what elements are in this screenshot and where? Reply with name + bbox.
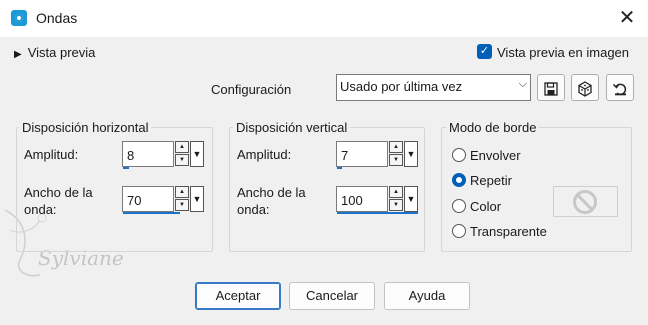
spin-up-icon[interactable]: ▲ [389, 141, 403, 153]
spin-up-icon[interactable]: ▲ [175, 186, 189, 198]
radio-color-label: Color [470, 199, 502, 214]
spin-down-icon[interactable]: ▼ [389, 154, 403, 166]
close-button[interactable]: ✕ [614, 6, 640, 32]
radio-envolver-label: Envolver [470, 148, 521, 163]
reset-icon [612, 83, 627, 95]
v-wavelength-label-1: Ancho de la [237, 185, 306, 200]
radio-repetir[interactable] [452, 173, 466, 187]
reset-button[interactable] [606, 74, 634, 101]
h-amplitude-label: Amplitud: [24, 147, 79, 162]
v-wavelength-stepper[interactable]: ▲ ▼ [389, 186, 404, 212]
vertical-group-title: Disposición vertical [233, 120, 351, 135]
chevron-right-icon: ▶ [14, 49, 22, 60]
chevron-down-icon: ⌵ [518, 78, 527, 90]
spin-down-icon[interactable]: ▼ [175, 199, 189, 211]
prohibited-icon [573, 190, 597, 214]
help-button[interactable]: Ayuda [384, 282, 470, 310]
v-wavelength-bar [337, 212, 418, 214]
preview-toggle[interactable]: ▶ Vista previa [14, 45, 95, 60]
spin-up-icon[interactable]: ▲ [175, 141, 189, 153]
app-icon [11, 10, 27, 26]
v-amplitude-input[interactable]: 7 [336, 141, 388, 167]
save-preset-button[interactable] [537, 74, 565, 101]
title-bar: Ondas ✕ [0, 0, 648, 37]
radio-transparente[interactable] [452, 224, 466, 238]
h-amplitude-input[interactable]: 8 [122, 141, 174, 167]
h-wavelength-label-2: onda: [24, 202, 57, 217]
h-wavelength-label-1: Ancho de la [24, 185, 93, 200]
horizontal-group-title: Disposición horizontal [19, 120, 152, 135]
h-amplitude-bar [123, 167, 129, 169]
v-amplitude-label: Amplitud: [237, 147, 292, 162]
radio-repetir-label: Repetir [470, 173, 512, 188]
h-wavelength-bar [123, 212, 180, 214]
preview-toggle-label: Vista previa [27, 45, 96, 60]
spin-down-icon[interactable]: ▼ [175, 154, 189, 166]
h-amplitude-stepper[interactable]: ▲ ▼ [175, 141, 190, 167]
preset-select[interactable]: Usado por última vez ⌵ [336, 74, 531, 101]
radio-envolver[interactable] [452, 148, 466, 162]
v-wavelength-dropdown[interactable]: ▼ [404, 186, 418, 212]
preview-in-image-checkbox[interactable]: ✓ [477, 44, 492, 59]
window-title: Ondas [36, 10, 78, 26]
spin-up-icon[interactable]: ▲ [389, 186, 403, 198]
cube-icon [578, 80, 592, 97]
h-wavelength-stepper[interactable]: ▲ ▼ [175, 186, 190, 212]
color-swatch [553, 186, 618, 217]
spin-down-icon[interactable]: ▼ [389, 199, 403, 211]
radio-transparente-label: Transparente [470, 224, 547, 239]
v-amplitude-dropdown[interactable]: ▼ [404, 141, 418, 167]
v-amplitude-bar [337, 167, 342, 169]
config-label: Configuración [211, 82, 292, 97]
h-wavelength-dropdown[interactable]: ▼ [190, 186, 204, 212]
cancel-button[interactable]: Cancelar [289, 282, 375, 310]
randomize-button[interactable] [571, 74, 599, 101]
v-wavelength-label-2: onda: [237, 202, 270, 217]
preview-in-image-label: Vista previa en imagen [497, 45, 630, 60]
preset-select-value: Usado por última vez [340, 79, 463, 94]
ok-button[interactable]: Aceptar [195, 282, 281, 310]
v-wavelength-input[interactable]: 100 [336, 186, 388, 212]
save-icon [544, 81, 558, 96]
h-amplitude-dropdown[interactable]: ▼ [190, 141, 204, 167]
v-amplitude-stepper[interactable]: ▲ ▼ [389, 141, 404, 167]
h-wavelength-input[interactable]: 70 [122, 186, 174, 212]
radio-color[interactable] [452, 199, 466, 213]
edge-mode-group-title: Modo de borde [446, 120, 540, 135]
